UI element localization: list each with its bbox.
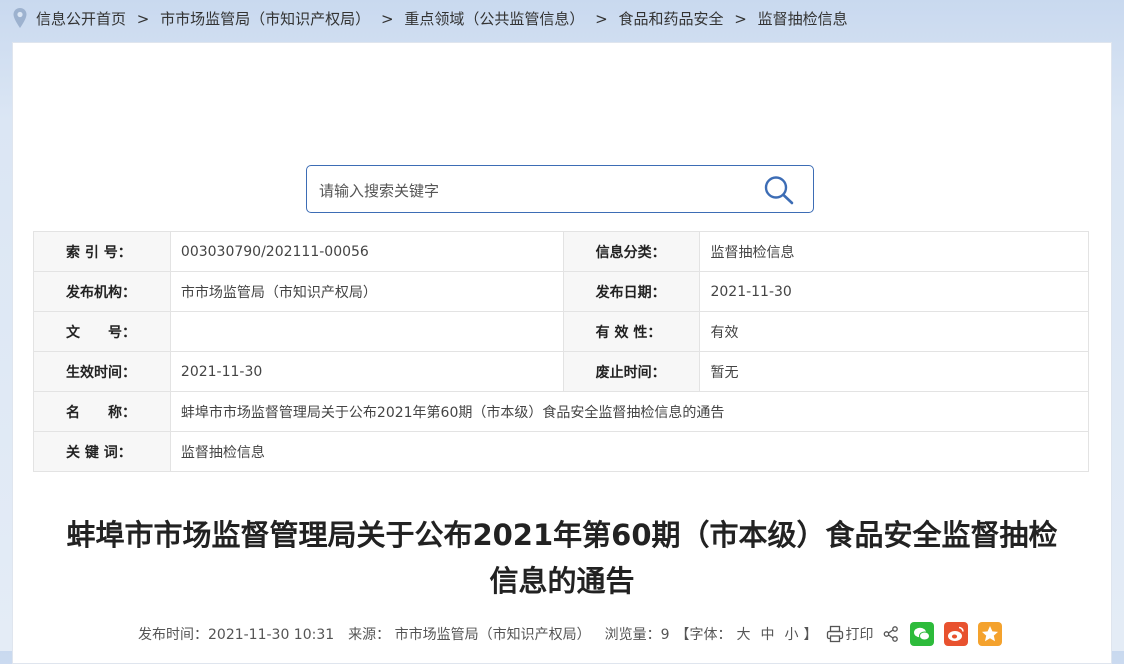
table-row: 发布机构： 市市场监管局（市知识产权局） 发布日期： 2021-11-30 bbox=[33, 271, 1089, 312]
table-row: 生效时间： 2021-11-30 废止时间： 暂无 bbox=[33, 351, 1089, 392]
article-title-line-2: 信息的通告 bbox=[489, 564, 635, 598]
article-info-bar: 发布时间：2021-11-30 10:31 来源： 市市场监管局（市知识产权局）… bbox=[138, 620, 1002, 648]
breadcrumb-link-key-areas[interactable]: 重点领域（公共监管信息） bbox=[404, 8, 584, 29]
breadcrumb-link-food-drug[interactable]: 食品和药品安全 bbox=[618, 8, 723, 29]
category-label: 信息分类： bbox=[562, 231, 701, 272]
document-number-label: 文 号： bbox=[33, 311, 171, 352]
printer-icon[interactable] bbox=[826, 625, 844, 643]
article-title: 蚌埠市市场监督管理局关于公布2021年第60期（市本级）食品安全监督抽检 信息的… bbox=[40, 512, 1084, 604]
font-size-small-button[interactable]: 小 bbox=[785, 624, 799, 644]
weibo-share-icon[interactable] bbox=[943, 622, 968, 646]
validity-label: 有 效 性： bbox=[562, 311, 701, 352]
print-button[interactable]: 打印 bbox=[846, 624, 874, 644]
font-size-bracket: 】 bbox=[803, 627, 818, 643]
breadcrumb-separator: > bbox=[136, 10, 150, 28]
table-row: 名 称： 蚌埠市市场监督管理局关于公布2021年第60期（市本级）食品安全监督抽… bbox=[33, 391, 1090, 432]
article-source: 来源： 市市场监管局（市知识产权局） bbox=[348, 627, 591, 643]
article-title-line-1: 蚌埠市市场监督管理局关于公布2021年第60期（市本级）食品安全监督抽检 bbox=[66, 518, 1058, 552]
font-size-label: 【字体： bbox=[675, 627, 732, 643]
font-size-medium-button[interactable]: 中 bbox=[761, 624, 775, 644]
name-value: 蚌埠市市场监督管理局关于公布2021年第60期（市本级）食品安全监督抽检信息的通… bbox=[169, 391, 1090, 432]
publisher-value: 市市场监管局（市知识产权局） bbox=[169, 271, 564, 312]
breadcrumb-separator: > bbox=[595, 10, 608, 28]
keywords-value: 监督抽检信息 bbox=[169, 431, 1090, 472]
table-row: 索 引 号： 003030790/202111-00056 信息分类： 监督抽检… bbox=[33, 231, 1089, 272]
effective-date-value: 2021-11-30 bbox=[169, 351, 564, 392]
breadcrumb-separator: > bbox=[734, 10, 747, 28]
validity-value: 有效 bbox=[699, 311, 1089, 352]
category-value: 监督抽检信息 bbox=[699, 231, 1089, 272]
document-number-value bbox=[169, 311, 564, 352]
publisher-label: 发布机构： bbox=[33, 271, 171, 312]
location-pin-icon bbox=[13, 8, 27, 28]
table-row: 关 键 词： 监督抽检信息 bbox=[33, 431, 1090, 472]
effective-date-label: 生效时间： bbox=[33, 351, 171, 392]
name-label: 名 称： bbox=[33, 391, 171, 432]
index-number-value: 003030790/202111-00056 bbox=[169, 231, 564, 272]
search-icon[interactable] bbox=[763, 175, 795, 205]
font-size-large-button[interactable]: 大 bbox=[737, 624, 751, 644]
index-number-label: 索 引 号： bbox=[33, 231, 171, 272]
view-count: 浏览量：9 bbox=[604, 627, 670, 643]
expiry-date-value: 暂无 bbox=[699, 351, 1089, 392]
publish-date-value: 2021-11-30 bbox=[699, 271, 1089, 312]
publish-date-label: 发布日期： bbox=[562, 271, 701, 312]
publish-time: 发布时间：2021-11-30 10:31 bbox=[138, 627, 335, 643]
favorite-star-icon[interactable] bbox=[977, 622, 1002, 646]
table-row: 文 号： 有 效 性： 有效 bbox=[33, 311, 1089, 352]
share-icon[interactable] bbox=[882, 625, 900, 643]
expiry-date-label: 废止时间： bbox=[562, 351, 701, 392]
search-box: 请输入搜索关键字 bbox=[306, 165, 814, 213]
breadcrumb-link-bureau[interactable]: 市市场监管局（市知识产权局） bbox=[160, 8, 370, 29]
keywords-label: 关 键 词： bbox=[33, 431, 171, 472]
metadata-table: 索 引 号： 003030790/202111-00056 信息分类： 监督抽检… bbox=[33, 231, 1090, 472]
search-input[interactable]: 请输入搜索关键字 bbox=[319, 180, 439, 201]
breadcrumb: 信息公开首页 > 市市场监管局（市知识产权局） > 重点领域（公共监管信息） >… bbox=[0, 0, 1124, 36]
breadcrumb-separator: > bbox=[380, 10, 394, 28]
breadcrumb-link-home[interactable]: 信息公开首页 bbox=[36, 8, 126, 29]
wechat-share-icon[interactable] bbox=[909, 622, 934, 646]
breadcrumb-link-inspection[interactable]: 监督抽检信息 bbox=[758, 8, 848, 29]
